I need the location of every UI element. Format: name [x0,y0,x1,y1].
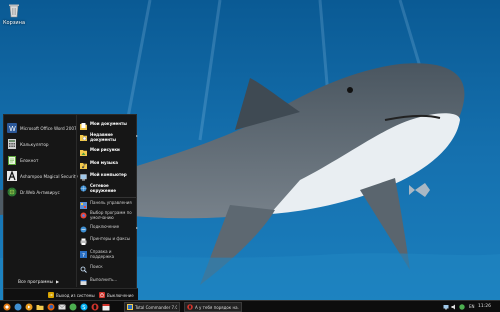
start-menu-pinned-list: W Microsoft Office Word 2007 Калькулятор… [4,115,78,287]
run-icon [80,280,87,285]
all-programs-button[interactable]: Все программы ▶ [18,279,59,285]
svg-text:?: ? [82,253,85,258]
start-place-label: Моя музыка [90,160,118,165]
start-item-notepad[interactable]: Блокнот [7,153,38,167]
start-place-label: Недавние документы [90,132,116,142]
skype-icon[interactable]: S [80,303,88,311]
start-item-word[interactable]: W Microsoft Office Word 2007 [7,121,77,135]
chevron-right-icon: ▸ [135,225,138,230]
drweb-icon [7,187,17,197]
start-item-ashampoo[interactable]: Ashampoo Magical Security [7,169,78,183]
music-icon [80,163,87,169]
search-icon [80,266,87,273]
start-button[interactable] [3,303,11,311]
browser-icon[interactable] [14,303,22,311]
language-indicator[interactable]: EN [469,304,475,309]
start-place-label: Сетевое окружение [90,183,116,193]
start-place-connect[interactable]: Подключение ▸ [80,224,138,233]
start-place-pictures[interactable]: Мои рисунки [80,147,138,156]
chevron-right-icon: ▸ [135,133,138,138]
mail-icon[interactable] [58,303,66,311]
start-place-label: Выбор программ по умолчанию [90,210,132,220]
start-place-computer[interactable]: Мой компьютер [80,172,138,181]
recycle-bin-icon [9,4,19,18]
logoff-button[interactable]: Выход из системы [48,292,95,298]
start-place-search[interactable]: Поиск [80,264,138,273]
start-place-recent-documents[interactable]: Недавние документы ▸ [80,132,138,143]
start-place-label: Панель управления [90,200,132,205]
start-item-label: Калькулятор [20,141,49,147]
media-player-icon[interactable] [25,303,33,311]
opera-icon [187,304,193,310]
taskbar-window-total-commander[interactable]: Total Commander 7.0... [124,302,180,312]
start-item-label: Microsoft Office Word 2007 [20,125,77,131]
all-programs-label: Все программы [18,280,53,285]
firefox-icon[interactable] [47,303,55,311]
documents-icon [80,123,87,130]
total-commander-icon [127,304,133,310]
taskbar-window-label: Total Commander 7.0... [135,304,177,310]
magic-icon [7,171,17,181]
shutdown-button[interactable]: Выключение [99,292,134,298]
network-icon [80,185,87,192]
svg-text:S: S [82,305,85,311]
connect-icon [80,226,87,233]
word-icon: W [7,123,17,133]
start-menu-places-list: Мои документы Недавние документы ▸ Мои р… [76,115,138,287]
notepad-icon [8,156,16,165]
recent-documents-icon [80,135,87,141]
desktop-icon-recycle-bin[interactable]: Корзина [2,2,26,26]
control-panel-icon [80,202,87,209]
network-tray-icon[interactable] [443,304,449,310]
start-place-printers[interactable]: Принтеры и факсы [80,236,138,245]
start-item-drweb[interactable]: Dr.Web Антивирус [7,185,60,199]
svg-text:W: W [9,125,16,133]
start-place-label: Выполнить... [90,277,118,282]
start-place-label: Мой компьютер [90,172,127,177]
logoff-icon [48,292,54,298]
default-programs-icon [80,212,87,219]
pictures-icon [80,150,87,156]
desktop-icon-label: Корзина [2,20,26,26]
start-place-network[interactable]: Сетевое окружение [80,183,138,194]
calendar-icon[interactable] [102,303,110,311]
menu-divider [80,197,136,198]
start-place-default-programs[interactable]: Выбор программ по умолчанию [80,210,138,221]
chevron-right-icon: ▶ [55,279,60,284]
start-item-calculator[interactable]: Калькулятор [7,137,49,151]
messenger-icon[interactable] [69,303,77,311]
start-place-documents[interactable]: Мои документы [80,121,138,130]
volume-icon[interactable] [451,304,457,310]
taskbar: S Total Commander 7.0... А у тебя порядо… [0,300,500,312]
start-place-music[interactable]: Моя музыка [80,160,138,169]
start-place-run[interactable]: Выполнить... [80,277,138,286]
power-icon [99,292,105,298]
opera-icon[interactable] [91,303,99,311]
taskbar-window-opera[interactable]: А у тебя порядок на... [184,302,242,312]
computer-icon [80,174,87,181]
calculator-icon [8,139,16,149]
start-place-label: Мои рисунки [90,147,120,152]
start-place-label: Подключение [90,224,120,229]
start-item-label: Dr.Web Антивирус [20,189,60,195]
start-place-control-panel[interactable]: Панель управления [80,200,138,209]
antivirus-tray-icon[interactable] [459,304,465,310]
start-place-help[interactable]: ? Справка и поддержка [80,249,138,260]
printer-icon [80,238,87,245]
start-item-label: Блокнот [20,157,39,163]
taskbar-window-label: А у тебя порядок на... [195,304,239,310]
start-place-label: Мои документы [90,121,127,126]
help-icon: ? [80,251,87,258]
folder-icon[interactable] [36,303,44,311]
start-place-label: Принтеры и факсы [90,236,131,241]
start-menu: W Microsoft Office Word 2007 Калькулятор… [3,114,138,301]
clock[interactable]: 11:26 [478,304,491,309]
start-place-label: Поиск [90,264,103,269]
start-place-label: Справка и поддержка [90,249,115,259]
shutdown-label: Выключение [107,292,134,298]
logoff-label: Выход из системы [56,292,95,298]
start-item-label: Ashampoo Magical Security [20,173,79,179]
